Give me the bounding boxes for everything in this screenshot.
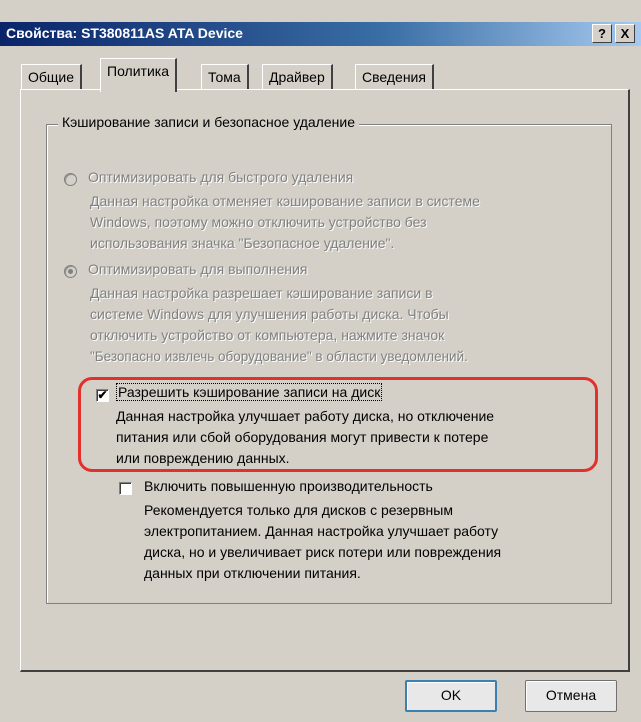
description-line: Данная настройка отменяет кэширование за… bbox=[90, 193, 480, 209]
description-line: "Безопасно извлечь оборудование" в облас… bbox=[90, 349, 468, 364]
title-bar[interactable]: Свойства: ST380811AS ATA Device ? X bbox=[0, 22, 641, 46]
write-cache-description: Данная настройка улучшает работу диска, … bbox=[116, 406, 494, 469]
write-cache-checkbox[interactable]: ✔ bbox=[96, 389, 109, 402]
cancel-button[interactable]: Отмена bbox=[525, 680, 617, 712]
advanced-performance-label[interactable]: Включить повышенную производительность bbox=[144, 478, 433, 494]
description-line: Windows, поэтому можно отключить устройс… bbox=[90, 214, 427, 230]
description-line: использования значка "Безопасное удалени… bbox=[90, 235, 395, 251]
help-button[interactable]: ? bbox=[592, 24, 612, 43]
close-button[interactable]: X bbox=[615, 24, 635, 43]
write-cache-label[interactable]: Разрешить кэширование записи на диск bbox=[116, 383, 383, 401]
advanced-performance-checkbox[interactable] bbox=[119, 482, 132, 495]
tab-general[interactable]: Общие bbox=[21, 64, 83, 90]
performance-radio[interactable] bbox=[64, 265, 77, 278]
description-line: системе Windows для улучшения работы дис… bbox=[90, 306, 449, 322]
performance-description: Данная настройка разрешает кэширование з… bbox=[90, 283, 468, 367]
description-line: электропитанием. Данная настройка улучша… bbox=[144, 523, 499, 539]
quick-removal-radio[interactable] bbox=[64, 173, 77, 186]
description-line: Данная настройка улучшает работу диска, … bbox=[116, 408, 495, 424]
tab-volumes[interactable]: Тома bbox=[201, 64, 249, 90]
description-line: Рекомендуется только для дисков с резерв… bbox=[144, 502, 453, 518]
radio-selected-dot bbox=[68, 269, 73, 274]
tab-driver[interactable]: Драйвер bbox=[262, 64, 333, 90]
group-label: Кэширование записи и безопасное удаление bbox=[58, 114, 359, 130]
description-line: Данная настройка разрешает кэширование з… bbox=[90, 285, 433, 301]
description-line: или повреждению данных. bbox=[116, 450, 290, 466]
quick-removal-description: Данная настройка отменяет кэширование за… bbox=[90, 191, 480, 254]
description-line: питания или сбой оборудования могут прив… bbox=[116, 429, 489, 445]
description-line: диска, но и увеличивает риск потери или … bbox=[144, 544, 502, 560]
tab-policy[interactable]: Политика bbox=[100, 58, 177, 92]
performance-label[interactable]: Оптимизировать для выполнения bbox=[88, 261, 308, 277]
ok-button[interactable]: OK bbox=[405, 680, 497, 712]
advanced-performance-description: Рекомендуется только для дисков с резерв… bbox=[144, 500, 501, 584]
window-title: Свойства: ST380811AS ATA Device bbox=[6, 25, 243, 41]
properties-dialog: Свойства: ST380811AS ATA Device ? X Общи… bbox=[0, 0, 641, 722]
quick-removal-label[interactable]: Оптимизировать для быстрого удаления bbox=[88, 169, 353, 185]
description-line: отключить устройство от компьютера, нажм… bbox=[90, 327, 445, 343]
write-cache-label-text: Разрешить кэширование записи на диск bbox=[116, 383, 383, 401]
description-line: данных при отключении питания. bbox=[144, 565, 361, 581]
tab-details[interactable]: Сведения bbox=[355, 64, 434, 90]
